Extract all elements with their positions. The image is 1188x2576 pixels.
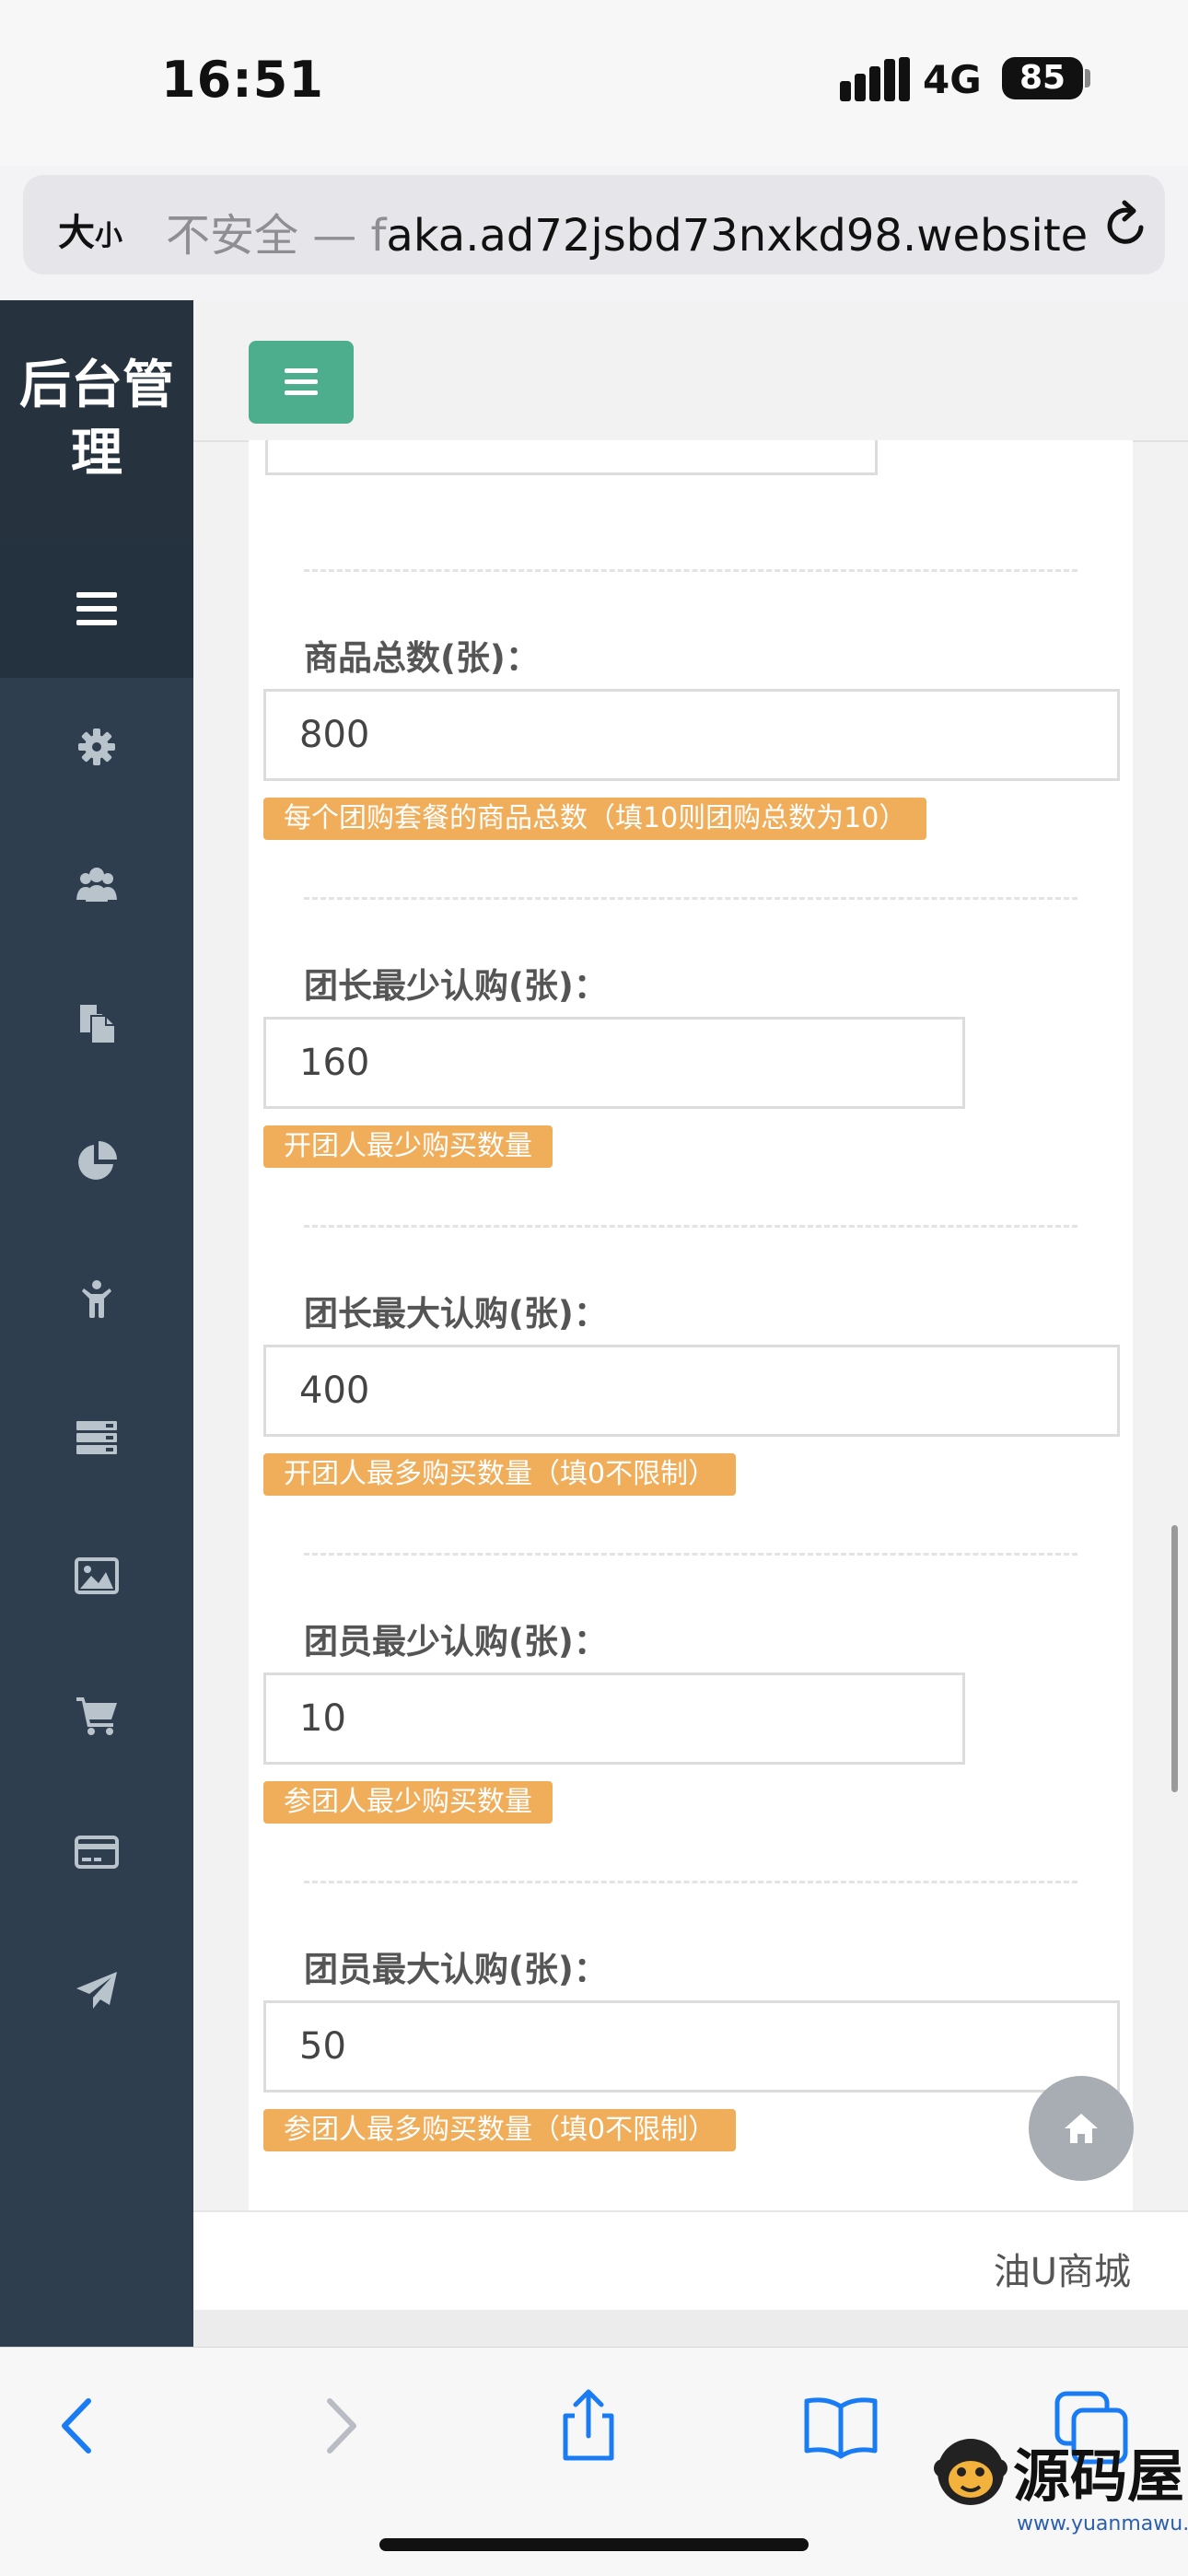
network-type: 4G — [923, 57, 982, 102]
users-icon — [76, 868, 117, 902]
battery-level: 85 — [1019, 59, 1066, 97]
brand-title: 后台管理 — [19, 356, 174, 484]
home-icon — [1065, 2114, 1098, 2143]
sidebar-item-messages[interactable] — [0, 1921, 193, 2059]
sidebar-item-settings[interactable] — [0, 678, 193, 816]
sidebar-item-users[interactable] — [0, 816, 193, 954]
battery-icon: 85 — [1002, 57, 1083, 99]
url-text: aka.ad72jsbd73nxkd98.website — [386, 210, 1089, 262]
reader-size-button[interactable]: 大小 — [58, 203, 122, 256]
menu-icon — [76, 592, 117, 625]
status-bar: 16:51 4G 85 — [0, 0, 1188, 166]
sidebar-item-payments[interactable] — [0, 1783, 193, 1921]
page-scrollbar[interactable] — [1171, 1525, 1178, 1792]
status-time: 16:51 — [161, 51, 324, 109]
member-min-input[interactable] — [263, 1673, 965, 1765]
watermark-url: www.yuanmawu.net — [1017, 2512, 1188, 2535]
home-float-button[interactable] — [1029, 2076, 1134, 2181]
pie-chart-icon — [78, 1141, 117, 1180]
field-label-leader-max: 团长最大认购(张)： — [304, 1294, 608, 1334]
leader-min-input[interactable] — [263, 1017, 965, 1109]
hint-badge: 参团人最多购买数量（填0不限制） — [263, 2109, 737, 2151]
field-label-member-max: 团员最大认购(张)： — [304, 1950, 608, 1989]
insecure-label: 不安全 — f — [166, 210, 387, 262]
hint-badge: 参团人最少购买数量 — [263, 1781, 553, 1824]
hint-badge: 每个团购套餐的商品总数（填10则团购总数为10） — [263, 798, 927, 840]
sidebar-item-server[interactable] — [0, 1369, 193, 1507]
field-label-member-min: 团员最少认购(张)： — [304, 1622, 608, 1661]
sidebar-item-orders[interactable] — [0, 1645, 193, 1783]
documents-icon — [80, 1005, 116, 1044]
cart-icon — [76, 1697, 117, 1735]
hint-badge: 开团人最多购买数量（填0不限制） — [263, 1453, 737, 1496]
previous-field-input[interactable] — [265, 440, 878, 475]
monkey-logo-icon — [934, 2439, 1007, 2505]
field-label-leader-min: 团长最少认购(张)： — [304, 966, 608, 1006]
home-indicator — [379, 2538, 809, 2551]
divider — [304, 1881, 1077, 1883]
sidebar-item-images[interactable] — [0, 1507, 193, 1645]
page-footer: 油U商城 — [193, 2210, 1188, 2312]
child-icon — [82, 1280, 111, 1318]
sidebar-item-documents[interactable] — [0, 954, 193, 1092]
page-bottom-gap — [193, 2310, 1188, 2347]
form-card: 商品总数(张)： 每个团购套餐的商品总数（填10则团购总数为10） 团长最少认购… — [249, 440, 1133, 2218]
leader-max-input[interactable] — [263, 1345, 1120, 1437]
sidebar: 后台管理 — [0, 300, 193, 2347]
nav-toggle-button[interactable] — [249, 341, 354, 424]
watermark-text: 源码屋 — [1013, 2442, 1185, 2510]
total-quantity-input[interactable] — [263, 689, 1120, 781]
divider — [304, 1553, 1077, 1556]
url-display[interactable]: 不安全 — faka.ad72jsbd73nxkd98.website — [166, 199, 1088, 263]
battery-nub — [1085, 69, 1090, 87]
cellular-signal-icon — [840, 57, 910, 101]
sidebar-item-statistics[interactable] — [0, 1092, 193, 1230]
member-max-input[interactable] — [263, 2000, 1120, 2092]
reload-icon[interactable] — [1099, 197, 1154, 252]
image-icon — [75, 1557, 119, 1594]
share-icon[interactable] — [547, 2384, 630, 2467]
gear-icon — [78, 729, 115, 765]
menu-icon — [285, 368, 318, 395]
sidebar-item-members[interactable] — [0, 1230, 193, 1369]
web-page: 后台管理 商品总数(张)： 800 每个团购套餐的商品总数（填10则团购总数为1… — [0, 300, 1188, 2347]
footer-text: 油U商城 — [993, 2251, 1131, 2293]
sidebar-menu-toggle[interactable] — [0, 540, 193, 678]
divider — [304, 897, 1077, 900]
divider — [304, 1225, 1077, 1228]
divider — [304, 569, 1077, 572]
watermark: 源码屋 www.yuanmawu.net — [932, 2422, 1188, 2560]
paper-plane-icon — [76, 1972, 117, 2009]
bookmarks-icon[interactable] — [799, 2384, 882, 2467]
back-icon[interactable] — [39, 2384, 122, 2467]
field-label-total: 商品总数(张)： — [304, 638, 540, 678]
server-icon — [76, 1421, 117, 1454]
top-bar — [193, 300, 1188, 442]
forward-icon[interactable] — [297, 2384, 379, 2467]
hint-badge: 开团人最少购买数量 — [263, 1125, 553, 1168]
address-bar[interactable]: 大小 不安全 — faka.ad72jsbd73nxkd98.website — [23, 175, 1165, 274]
brand: 后台管理 — [0, 300, 193, 540]
credit-card-icon — [75, 1836, 119, 1869]
